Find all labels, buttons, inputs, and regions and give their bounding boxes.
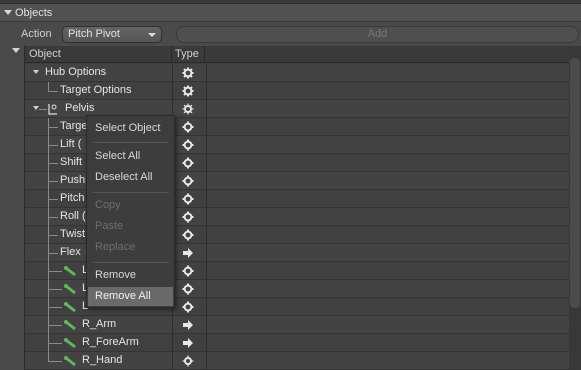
item-label: Shift	[60, 156, 83, 168]
menu-item-copy[interactable]: Copy	[88, 196, 173, 215]
menu-item-paste[interactable]: Paste	[88, 217, 173, 236]
gear-icon	[182, 265, 194, 277]
menu-item-deselect-all[interactable]: Deselect All	[88, 168, 173, 187]
gear-icon	[182, 211, 194, 223]
scrollbar-thumb[interactable]	[570, 58, 580, 308]
bone-icon	[64, 320, 76, 331]
item-label: Hub Options	[45, 66, 107, 78]
item-label: Twist	[60, 228, 86, 240]
bone-icon	[64, 284, 76, 295]
item-label: R_Arm	[82, 318, 117, 330]
joint-gear-icon	[182, 103, 194, 115]
add-button[interactable]: Add	[176, 25, 579, 43]
bone-icon	[64, 356, 76, 367]
gear-icon	[182, 67, 194, 79]
item-label: Pitch	[60, 192, 85, 204]
item-label: Lift (	[60, 138, 82, 150]
chevron-down-icon	[148, 32, 156, 37]
arrow-icon	[183, 320, 193, 330]
list-item[interactable]: R_Arm	[25, 316, 569, 334]
gear-icon	[182, 193, 194, 205]
menu-item-replace[interactable]: Replace	[88, 238, 173, 257]
menu-separator	[93, 192, 169, 193]
bone-icon	[64, 338, 76, 349]
menu-separator	[93, 262, 169, 263]
item-label: Roll (	[60, 210, 86, 222]
collapse-triangle-icon[interactable]	[4, 10, 12, 15]
menu-separator	[93, 142, 169, 143]
gear-icon	[182, 139, 194, 151]
bone-icon	[64, 266, 76, 277]
joint-icon	[48, 104, 57, 115]
item-label: Push	[60, 174, 86, 186]
item-label: Pelvis	[65, 102, 95, 114]
objects-panel-header[interactable]: Objects	[0, 4, 581, 22]
list-item[interactable]: R_ForeArm	[25, 334, 569, 352]
action-row: Action Pitch Pivot Add	[0, 23, 581, 45]
gear-icon	[182, 85, 194, 97]
column-header: Object Type	[25, 46, 569, 63]
list-item[interactable]: R_Hand	[25, 352, 569, 370]
menu-item-remove[interactable]: Remove	[88, 266, 173, 285]
action-label: Action	[21, 28, 52, 40]
menu-item-remove-all[interactable]: Remove All	[88, 287, 173, 306]
list-item[interactable]: Hub Options	[25, 64, 569, 82]
item-label: R_Hand	[82, 354, 123, 366]
item-label: Target Options	[60, 84, 132, 96]
item-label: R_ForeArm	[82, 336, 139, 348]
context-menu: Select Object Select All Deselect All Co…	[86, 115, 175, 308]
item-label: Flex	[60, 246, 81, 258]
bone-icon	[64, 302, 76, 313]
column-object[interactable]: Object	[25, 46, 172, 62]
panel-title: Objects	[15, 6, 53, 19]
arrow-icon	[183, 338, 193, 348]
list-item[interactable]: Target Options	[25, 82, 569, 100]
menu-item-select-all[interactable]: Select All	[88, 147, 173, 166]
list-collapse-triangle-icon[interactable]	[12, 48, 20, 53]
gear-icon	[182, 229, 194, 241]
action-dropdown[interactable]: Pitch Pivot	[62, 25, 162, 43]
joint-gear-icon	[182, 355, 194, 367]
gear-icon	[182, 121, 194, 133]
menu-item-select-object[interactable]: Select Object	[88, 119, 173, 138]
arrow-icon	[183, 248, 193, 258]
gear-icon	[182, 175, 194, 187]
expand-triangle-icon[interactable]	[33, 70, 39, 74]
gear-icon	[182, 157, 194, 169]
gear-icon	[182, 301, 194, 313]
gear-icon	[182, 283, 194, 295]
action-dropdown-value: Pitch Pivot	[68, 28, 120, 40]
column-type[interactable]: Type	[172, 46, 205, 62]
